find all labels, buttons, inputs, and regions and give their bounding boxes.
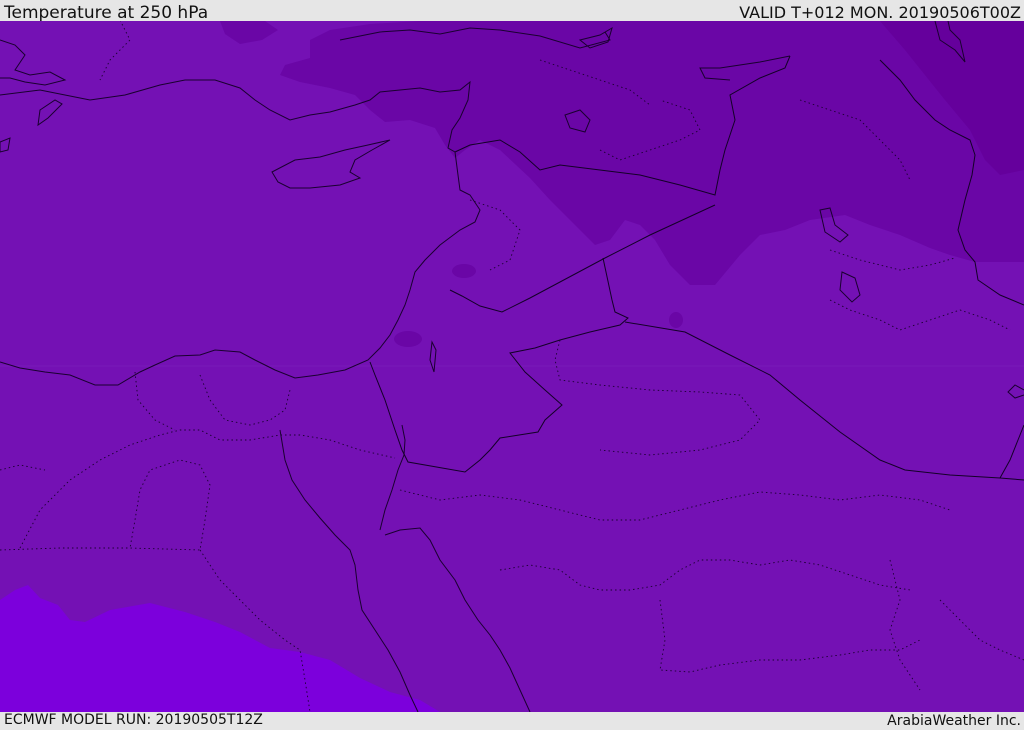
- cold-blob-iraq: [669, 312, 683, 328]
- weather-map[interactable]: [0, 21, 1024, 712]
- map-title: Temperature at 250 hPa: [4, 3, 209, 23]
- cold-blob-palestine: [394, 331, 422, 347]
- valid-time: VALID T+012 MON. 20190506T00Z: [739, 3, 1021, 22]
- temperature-field-map: [0, 21, 1024, 712]
- header-bar: Temperature at 250 hPa VALID T+012 MON. …: [0, 0, 1024, 23]
- footer-bar: ECMWF MODEL RUN: 20190505T12Z ArabiaWeat…: [0, 712, 1024, 729]
- cold-blob-lebanon: [452, 264, 476, 278]
- credit-text: ArabiaWeather Inc.: [887, 713, 1021, 729]
- model-run: ECMWF MODEL RUN: 20190505T12Z: [4, 712, 263, 728]
